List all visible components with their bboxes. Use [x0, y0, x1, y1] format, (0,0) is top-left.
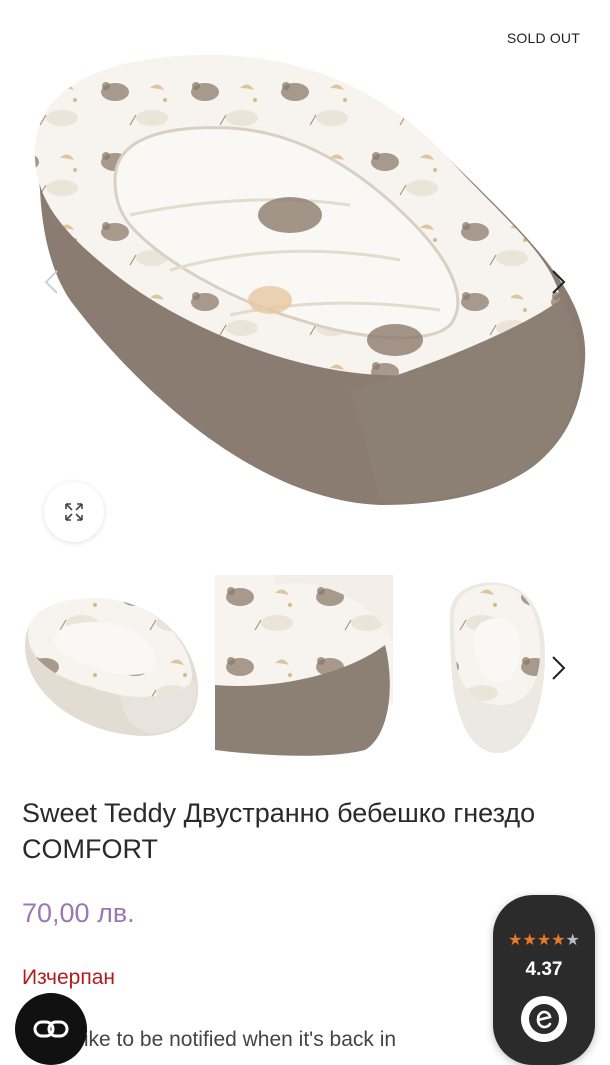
- thumbnail-1[interactable]: [20, 575, 205, 760]
- chevron-right-icon: [552, 656, 566, 680]
- gallery-prev-button[interactable]: [36, 262, 66, 302]
- rating-stars: ★★★★★: [493, 930, 595, 950]
- partial-star: ★: [565, 932, 580, 949]
- product-gallery: SOLD OUT: [0, 0, 610, 560]
- chat-button[interactable]: [15, 993, 87, 1065]
- rating-value: 4.37: [525, 959, 563, 980]
- stock-status: Изчерпан: [22, 966, 115, 989]
- thumbnail-strip: [0, 575, 610, 760]
- chat-link-icon: [33, 1020, 69, 1038]
- chevron-left-icon: [44, 270, 58, 294]
- thumbnail-2[interactable]: [215, 575, 393, 760]
- sold-out-badge: SOLD OUT: [506, 30, 580, 46]
- chevron-right-icon: [552, 270, 566, 294]
- product-price: 70,00 лв.: [22, 898, 135, 928]
- filled-stars: ★★★★: [508, 932, 566, 949]
- thumbnails-next-button[interactable]: [544, 648, 574, 688]
- thumbnail-3[interactable]: [420, 575, 560, 760]
- e-logo-icon: [521, 996, 567, 1042]
- rating-widget[interactable]: ★★★★★ 4.37: [493, 895, 595, 1065]
- expand-icon: [65, 503, 83, 521]
- gallery-next-button[interactable]: [544, 262, 574, 302]
- product-title: Sweet Teddy Двустранно бебешко гнездо CO…: [22, 798, 536, 864]
- zoom-button[interactable]: [44, 482, 104, 542]
- main-product-image[interactable]: [0, 0, 610, 560]
